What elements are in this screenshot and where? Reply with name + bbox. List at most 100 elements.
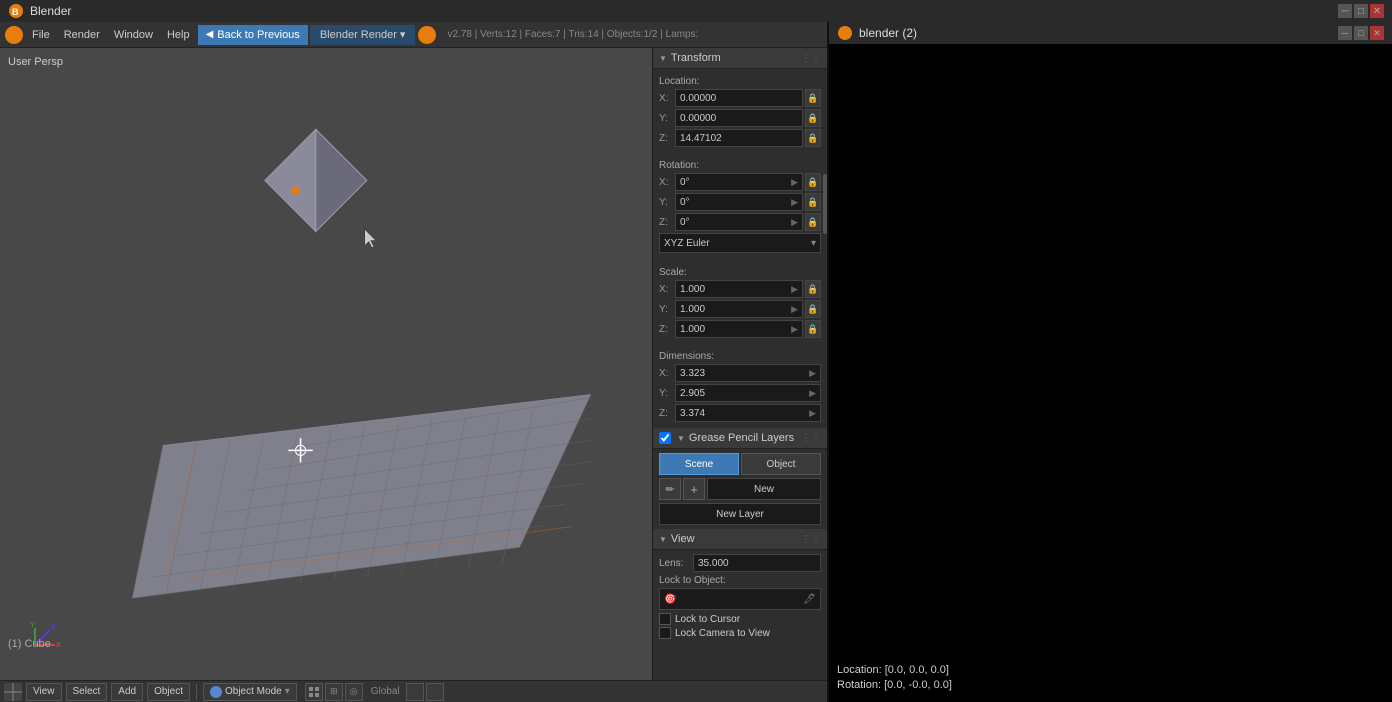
scale-x-value: 1.000 bbox=[680, 284, 705, 295]
svg-text:Y: Y bbox=[30, 622, 35, 629]
sy-label: Y: bbox=[659, 304, 673, 315]
right-panel: ▼ Transform ⋮⋮ Location: X: 0.00000 🔒 bbox=[652, 48, 827, 680]
dim-x-input[interactable]: 3.323 ▶ bbox=[675, 364, 821, 382]
scale-z-lock[interactable]: 🔒 bbox=[805, 320, 821, 338]
scale-section: Scale: X: 1.000 ▶ 🔒 Y: 1.000 ▶ bbox=[653, 260, 827, 344]
location-y-input[interactable]: 0.00000 bbox=[675, 109, 803, 127]
blender-icon bbox=[4, 25, 24, 45]
gp-new-layer-button[interactable]: New Layer bbox=[659, 503, 821, 525]
rx-label: X: bbox=[659, 177, 673, 188]
rotation-x-value: 0° bbox=[680, 177, 690, 188]
3d-cursor bbox=[288, 438, 312, 462]
gp-pencil-icon-button[interactable]: ✏ bbox=[659, 478, 681, 500]
gp-new-label: New bbox=[707, 478, 821, 500]
second-blender-logo-icon bbox=[837, 25, 853, 41]
global-label: Global bbox=[371, 686, 400, 697]
gp-object-button[interactable]: Object bbox=[741, 453, 821, 475]
menu-item-help[interactable]: Help bbox=[161, 25, 196, 45]
blender-logo-icon: B bbox=[8, 3, 24, 19]
back-to-previous-button[interactable]: ◀ Back to Previous bbox=[198, 25, 308, 45]
cube-label: (1) Cube bbox=[8, 638, 51, 650]
menu-item-file[interactable]: File bbox=[26, 25, 56, 45]
transform-panel-header[interactable]: ▼ Transform ⋮⋮ bbox=[653, 48, 827, 69]
rotation-z-input[interactable]: 0° ▶ bbox=[675, 213, 803, 231]
view-collapse-icon: ▼ bbox=[659, 535, 667, 544]
second-window-title-bar: blender (2) ─ □ ✕ bbox=[829, 22, 1392, 44]
dim-x-value: 3.323 bbox=[680, 368, 705, 379]
lock-camera-row: Lock Camera to View bbox=[659, 627, 821, 639]
location-info: Location: [0.0, 0.0, 0.0] bbox=[837, 664, 1384, 676]
menu-bar: File Render Window Help ◀ Back to Previo… bbox=[0, 22, 827, 48]
lock-to-object-input[interactable]: 🎯 🖊 bbox=[659, 588, 821, 610]
view-options-btn-1[interactable] bbox=[305, 683, 323, 701]
view-options-btn-3[interactable]: ◎ bbox=[345, 683, 363, 701]
gp-panel-dots: ⋮⋮ bbox=[801, 433, 821, 444]
scale-y-value: 1.000 bbox=[680, 304, 705, 315]
viewport-canvas[interactable]: User Persp bbox=[0, 48, 652, 680]
scale-x-input[interactable]: 1.000 ▶ bbox=[675, 280, 803, 298]
snap-button[interactable] bbox=[406, 683, 424, 701]
rotation-x-lock[interactable]: 🔒 bbox=[805, 173, 821, 191]
lens-input[interactable]: 35.000 bbox=[693, 554, 821, 572]
grease-pencil-checkbox[interactable] bbox=[659, 432, 671, 444]
lock-to-cursor-row: Lock to Cursor bbox=[659, 613, 821, 625]
view-options-btn-2[interactable]: ⊞ bbox=[325, 683, 343, 701]
second-maximize-button[interactable]: □ bbox=[1354, 26, 1368, 40]
gp-add-button[interactable]: + bbox=[683, 478, 705, 500]
panel-scrollbar[interactable] bbox=[823, 174, 827, 234]
scale-x-lock[interactable]: 🔒 bbox=[805, 280, 821, 298]
object-button[interactable]: Object bbox=[147, 683, 190, 701]
lock-to-cursor-checkbox[interactable] bbox=[659, 613, 671, 625]
close-button[interactable]: ✕ bbox=[1370, 4, 1384, 18]
location-x-input[interactable]: 0.00000 bbox=[675, 89, 803, 107]
object-mode-dropdown[interactable]: Object Mode ▾ bbox=[203, 683, 297, 701]
menu-item-window[interactable]: Window bbox=[108, 25, 159, 45]
second-window-content: Location: [0.0, 0.0, 0.0] Rotation: [0.0… bbox=[829, 44, 1392, 702]
scale-z-input[interactable]: 1.000 ▶ bbox=[675, 320, 803, 338]
view-panel-dots: ⋮⋮ bbox=[801, 534, 821, 545]
dim-z-value: 3.374 bbox=[680, 408, 705, 419]
mouse-cursor bbox=[365, 229, 376, 247]
gp-new-row: ✏ + New bbox=[659, 478, 821, 500]
rotation-label: Rotation: bbox=[659, 160, 821, 171]
scale-y-input[interactable]: 1.000 ▶ bbox=[675, 300, 803, 318]
euler-dropdown[interactable]: XYZ Euler ▾ bbox=[659, 233, 821, 253]
view-panel-header[interactable]: ▼ View ⋮⋮ bbox=[653, 529, 827, 550]
scale-y-lock[interactable]: 🔒 bbox=[805, 300, 821, 318]
view-button[interactable]: View bbox=[26, 683, 62, 701]
maximize-button[interactable]: □ bbox=[1354, 4, 1368, 18]
location-y-lock[interactable]: 🔒 bbox=[805, 109, 821, 127]
proportional-button[interactable] bbox=[426, 683, 444, 701]
object-mode-icon bbox=[210, 686, 222, 698]
rotation-y-input[interactable]: 0° ▶ bbox=[675, 193, 803, 211]
svg-text:X: X bbox=[56, 642, 60, 649]
gp-scene-button[interactable]: Scene bbox=[659, 453, 739, 475]
dim-z-input[interactable]: 3.374 ▶ bbox=[675, 404, 821, 422]
location-x-lock[interactable]: 🔒 bbox=[805, 89, 821, 107]
euler-label: XYZ Euler bbox=[664, 238, 710, 249]
ry-label: Y: bbox=[659, 197, 673, 208]
dx-label: X: bbox=[659, 368, 673, 379]
location-z-lock[interactable]: 🔒 bbox=[805, 129, 821, 147]
second-close-button[interactable]: ✕ bbox=[1370, 26, 1384, 40]
rotation-z-lock[interactable]: 🔒 bbox=[805, 213, 821, 231]
add-button[interactable]: Add bbox=[111, 683, 143, 701]
grease-pencil-panel-header[interactable]: ▼ Grease Pencil Layers ⋮⋮ bbox=[653, 428, 827, 449]
rz-label: Z: bbox=[659, 217, 673, 228]
select-button[interactable]: Select bbox=[66, 683, 108, 701]
dim-y-input[interactable]: 2.905 ▶ bbox=[675, 384, 821, 402]
rotation-x-input[interactable]: 0° ▶ bbox=[675, 173, 803, 191]
location-section: Location: X: 0.00000 🔒 Y: 0.00000 🔒 bbox=[653, 69, 827, 153]
title-bar: B Blender bbox=[0, 0, 1338, 22]
scale-z-value: 1.000 bbox=[680, 324, 705, 335]
second-minimize-button[interactable]: ─ bbox=[1338, 26, 1352, 40]
minimize-button[interactable]: ─ bbox=[1338, 4, 1352, 18]
lens-row: Lens: 35.000 bbox=[659, 554, 821, 572]
render-engine-dropdown[interactable]: Blender Render ▾ bbox=[310, 25, 416, 45]
lock-camera-checkbox[interactable] bbox=[659, 627, 671, 639]
rotation-y-lock[interactable]: 🔒 bbox=[805, 193, 821, 211]
transform-collapse-icon: ▼ bbox=[659, 54, 667, 63]
gp-scene-object-buttons: Scene Object bbox=[659, 453, 821, 475]
menu-item-render[interactable]: Render bbox=[58, 25, 106, 45]
location-z-input[interactable]: 14.47102 bbox=[675, 129, 803, 147]
